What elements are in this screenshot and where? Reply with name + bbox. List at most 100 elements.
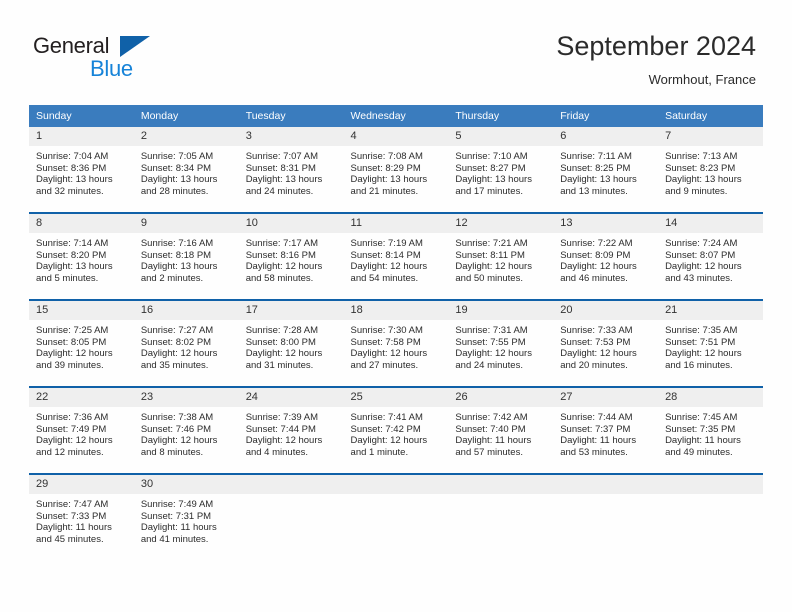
day-number: 21	[658, 301, 763, 320]
day-details: Sunrise: 7:28 AM Sunset: 8:00 PM Dayligh…	[239, 320, 344, 371]
day-number: 14	[658, 214, 763, 233]
day-number	[658, 475, 763, 494]
day-cell[interactable]: 28 Sunrise: 7:45 AM Sunset: 7:35 PM Dayl…	[658, 386, 763, 474]
daylight-text-line2: and 43 minutes.	[665, 272, 733, 284]
sunrise-text: Sunrise: 7:17 AM	[245, 238, 319, 249]
calendar-table: Sunday Monday Tuesday Wednesday Thursday…	[29, 105, 763, 560]
daylight-text-line2: and 53 minutes.	[560, 446, 628, 458]
day-cell[interactable]: 4 Sunrise: 7:08 AM Sunset: 8:29 PM Dayli…	[343, 127, 449, 213]
daylight-text-line1: Daylight: 11 hours	[665, 435, 741, 447]
daylight-text-line1: Daylight: 12 hours	[36, 435, 113, 447]
day-cell[interactable]: 2 Sunrise: 7:05 AM Sunset: 8:34 PM Dayli…	[133, 127, 239, 213]
day-number: 6	[553, 127, 659, 146]
day-cell-empty	[448, 473, 554, 560]
day-cell[interactable]: 25 Sunrise: 7:41 AM Sunset: 7:42 PM Dayl…	[343, 386, 449, 474]
sunset-text: Sunset: 8:27 PM	[455, 162, 526, 174]
day-cell[interactable]: 30 Sunrise: 7:49 AM Sunset: 7:31 PM Dayl…	[133, 473, 239, 560]
day-details: Sunrise: 7:38 AM Sunset: 7:46 PM Dayligh…	[134, 407, 239, 458]
day-cell[interactable]: 17 Sunrise: 7:28 AM Sunset: 8:00 PM Dayl…	[238, 299, 344, 387]
sunrise-text: Sunrise: 7:39 AM	[245, 412, 319, 423]
day-number: 22	[29, 388, 134, 407]
day-cell[interactable]: 10 Sunrise: 7:17 AM Sunset: 8:16 PM Dayl…	[238, 212, 344, 300]
day-number: 1	[29, 127, 134, 146]
daylight-text-line2: and 5 minutes.	[36, 272, 99, 284]
day-cell[interactable]: 7 Sunrise: 7:13 AM Sunset: 8:23 PM Dayli…	[658, 127, 763, 213]
sunrise-text: Sunrise: 7:33 AM	[560, 325, 633, 336]
daylight-text-line1: Daylight: 11 hours	[560, 435, 637, 447]
daylight-text-line2: and 9 minutes.	[665, 185, 728, 197]
day-cell[interactable]: 5 Sunrise: 7:10 AM Sunset: 8:27 PM Dayli…	[448, 127, 554, 213]
sunset-text: Sunset: 8:25 PM	[560, 162, 631, 174]
daylight-text-line1: Daylight: 12 hours	[350, 261, 428, 273]
brand-logo[interactable]: General Blue	[33, 33, 223, 83]
day-cell[interactable]: 6 Sunrise: 7:11 AM Sunset: 8:25 PM Dayli…	[553, 127, 659, 213]
sunrise-text: Sunrise: 7:19 AM	[350, 238, 423, 249]
day-cell[interactable]: 16 Sunrise: 7:27 AM Sunset: 8:02 PM Dayl…	[133, 299, 239, 387]
day-cell[interactable]: 27 Sunrise: 7:44 AM Sunset: 7:37 PM Dayl…	[553, 386, 659, 474]
day-number: 27	[553, 388, 659, 407]
sunset-text: Sunset: 8:18 PM	[140, 249, 212, 261]
day-details: Sunrise: 7:33 AM Sunset: 7:53 PM Dayligh…	[553, 320, 658, 371]
week-row: 1 Sunrise: 7:04 AM Sunset: 8:36 PM Dayli…	[29, 127, 763, 213]
day-cell[interactable]: 19 Sunrise: 7:31 AM Sunset: 7:55 PM Dayl…	[448, 299, 554, 387]
page-title: September 2024	[556, 31, 756, 61]
sunset-text: Sunset: 7:31 PM	[140, 510, 212, 522]
day-cell[interactable]: 26 Sunrise: 7:42 AM Sunset: 7:40 PM Dayl…	[448, 386, 554, 474]
day-cell[interactable]: 22 Sunrise: 7:36 AM Sunset: 7:49 PM Dayl…	[29, 386, 134, 474]
weekday-header-sunday: Sunday	[29, 105, 134, 127]
day-details: Sunrise: 7:04 AM Sunset: 8:36 PM Dayligh…	[29, 146, 134, 197]
daylight-text-line2: and 27 minutes.	[350, 359, 419, 371]
day-number: 4	[343, 127, 449, 146]
weekday-header-tuesday: Tuesday	[238, 105, 344, 127]
page-header: General Blue September 2024 Wormhout, Fr…	[0, 0, 792, 100]
day-number: 20	[553, 301, 659, 320]
day-cell[interactable]: 12 Sunrise: 7:21 AM Sunset: 8:11 PM Dayl…	[448, 212, 554, 300]
day-cell[interactable]: 14 Sunrise: 7:24 AM Sunset: 8:07 PM Dayl…	[658, 212, 763, 300]
day-details: Sunrise: 7:10 AM Sunset: 8:27 PM Dayligh…	[448, 146, 553, 197]
day-number: 16	[133, 301, 239, 320]
daylight-text-line1: Daylight: 13 hours	[665, 174, 742, 186]
sunset-text: Sunset: 8:36 PM	[36, 162, 107, 174]
sunset-text: Sunset: 8:16 PM	[245, 249, 316, 261]
day-number: 28	[658, 388, 763, 407]
daylight-text-line1: Daylight: 13 hours	[245, 174, 323, 186]
sunrise-text: Sunrise: 7:38 AM	[140, 412, 214, 423]
day-cell[interactable]: 24 Sunrise: 7:39 AM Sunset: 7:44 PM Dayl…	[238, 386, 344, 474]
sunset-text: Sunset: 8:07 PM	[665, 249, 736, 261]
day-cell-empty	[658, 473, 763, 560]
daylight-text-line1: Daylight: 12 hours	[350, 348, 428, 360]
calendar-body: 1 Sunrise: 7:04 AM Sunset: 8:36 PM Dayli…	[29, 127, 763, 560]
day-cell[interactable]: 11 Sunrise: 7:19 AM Sunset: 8:14 PM Dayl…	[343, 212, 449, 300]
day-number: 7	[658, 127, 763, 146]
daylight-text-line1: Daylight: 13 hours	[140, 261, 218, 273]
day-details: Sunrise: 7:16 AM Sunset: 8:18 PM Dayligh…	[134, 233, 239, 284]
daylight-text-line2: and 8 minutes.	[140, 446, 204, 458]
day-cell[interactable]: 21 Sunrise: 7:35 AM Sunset: 7:51 PM Dayl…	[658, 299, 763, 387]
daylight-text-line1: Daylight: 13 hours	[560, 174, 637, 186]
daylight-text-line1: Daylight: 12 hours	[245, 261, 323, 273]
daylight-text-line1: Daylight: 12 hours	[455, 348, 532, 360]
day-cell[interactable]: 23 Sunrise: 7:38 AM Sunset: 7:46 PM Dayl…	[133, 386, 239, 474]
day-cell[interactable]: 13 Sunrise: 7:22 AM Sunset: 8:09 PM Dayl…	[553, 212, 659, 300]
day-cell[interactable]: 3 Sunrise: 7:07 AM Sunset: 8:31 PM Dayli…	[238, 127, 344, 213]
day-cell[interactable]: 8 Sunrise: 7:14 AM Sunset: 8:20 PM Dayli…	[29, 212, 134, 300]
day-cell[interactable]: 18 Sunrise: 7:30 AM Sunset: 7:58 PM Dayl…	[343, 299, 449, 387]
day-cell[interactable]: 9 Sunrise: 7:16 AM Sunset: 8:18 PM Dayli…	[133, 212, 239, 300]
day-number: 10	[238, 214, 344, 233]
daylight-text-line2: and 21 minutes.	[350, 185, 419, 197]
title-block: September 2024 Wormhout, France	[556, 30, 756, 90]
day-details: Sunrise: 7:08 AM Sunset: 8:29 PM Dayligh…	[344, 146, 449, 197]
day-number	[448, 475, 554, 494]
day-cell[interactable]: 20 Sunrise: 7:33 AM Sunset: 7:53 PM Dayl…	[553, 299, 659, 387]
day-details: Sunrise: 7:45 AM Sunset: 7:35 PM Dayligh…	[658, 407, 763, 458]
daylight-text-line2: and 32 minutes.	[36, 185, 104, 197]
day-cell[interactable]: 15 Sunrise: 7:25 AM Sunset: 8:05 PM Dayl…	[29, 299, 134, 387]
day-cell[interactable]: 29 Sunrise: 7:47 AM Sunset: 7:33 PM Dayl…	[29, 473, 134, 560]
day-cell[interactable]: 1 Sunrise: 7:04 AM Sunset: 8:36 PM Dayli…	[29, 127, 134, 213]
sunset-text: Sunset: 8:02 PM	[140, 336, 212, 348]
day-number: 9	[133, 214, 239, 233]
day-details: Sunrise: 7:07 AM Sunset: 8:31 PM Dayligh…	[239, 146, 344, 197]
daylight-text-line2: and 35 minutes.	[140, 359, 209, 371]
week-row: 22 Sunrise: 7:36 AM Sunset: 7:49 PM Dayl…	[29, 386, 763, 474]
day-number: 12	[448, 214, 554, 233]
